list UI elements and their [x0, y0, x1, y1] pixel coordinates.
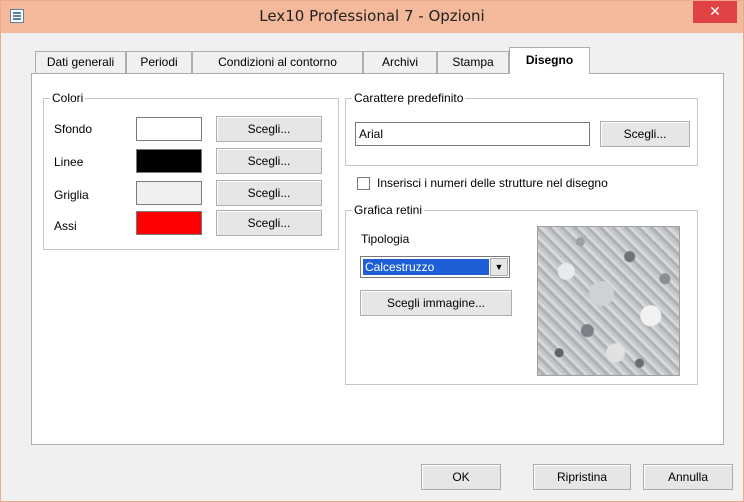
tipologia-label: Tipologia [361, 232, 410, 246]
assi-label: Assi [54, 219, 77, 233]
disegno-panel: Colori Sfondo Scegli... Linee Scegli... … [31, 73, 724, 445]
title-bar: Lex10 Professional 7 - Opzioni ✕ [1, 1, 743, 33]
font-choose-button[interactable]: Scegli... [600, 121, 690, 147]
window-title: Lex10 Professional 7 - Opzioni [259, 7, 485, 25]
structure-numbers-label: Inserisci i numeri delle strutture nel d… [377, 176, 608, 190]
linee-choose-button[interactable]: Scegli... [216, 148, 322, 174]
griglia-color-swatch [136, 181, 202, 205]
tab-disegno[interactable]: Disegno [509, 47, 590, 74]
grafica-retini-group-title: Grafica retini [352, 203, 425, 217]
chevron-down-icon[interactable]: ▼ [490, 258, 508, 276]
assi-choose-button[interactable]: Scegli... [216, 210, 322, 236]
griglia-choose-button[interactable]: Scegli... [216, 180, 322, 206]
colori-group-title: Colori [50, 91, 86, 105]
tab-archivi[interactable]: Archivi [363, 51, 437, 73]
font-name-field[interactable]: Arial [355, 122, 590, 146]
structure-numbers-checkbox[interactable] [357, 177, 370, 190]
sfondo-choose-button[interactable]: Scegli... [216, 116, 322, 142]
griglia-label: Griglia [54, 188, 89, 202]
tab-periodi[interactable]: Periodi [126, 51, 192, 73]
tab-condizioni-al-contorno[interactable]: Condizioni al contorno [192, 51, 363, 73]
concrete-texture-preview [537, 226, 680, 376]
sfondo-label: Sfondo [54, 122, 93, 136]
choose-image-button[interactable]: Scegli immagine... [360, 290, 512, 316]
ok-button[interactable]: OK [421, 464, 501, 490]
carattere-group-title: Carattere predefinito [352, 91, 466, 105]
tab-stampa[interactable]: Stampa [437, 51, 509, 73]
tipologia-dropdown[interactable]: Calcestruzzo ▼ [360, 256, 510, 278]
ripristina-button[interactable]: Ripristina [533, 464, 631, 490]
tab-dati-generali[interactable]: Dati generali [35, 51, 126, 73]
sfondo-color-swatch [136, 117, 202, 141]
linee-color-swatch [136, 149, 202, 173]
linee-label: Linee [54, 155, 84, 169]
assi-color-swatch [136, 211, 202, 235]
options-dialog: Lex10 Professional 7 - Opzioni ✕ Dati ge… [0, 0, 744, 502]
close-button[interactable]: ✕ [693, 1, 737, 23]
tipologia-selected-value: Calcestruzzo [363, 259, 489, 275]
annulla-button[interactable]: Annulla [643, 464, 733, 490]
